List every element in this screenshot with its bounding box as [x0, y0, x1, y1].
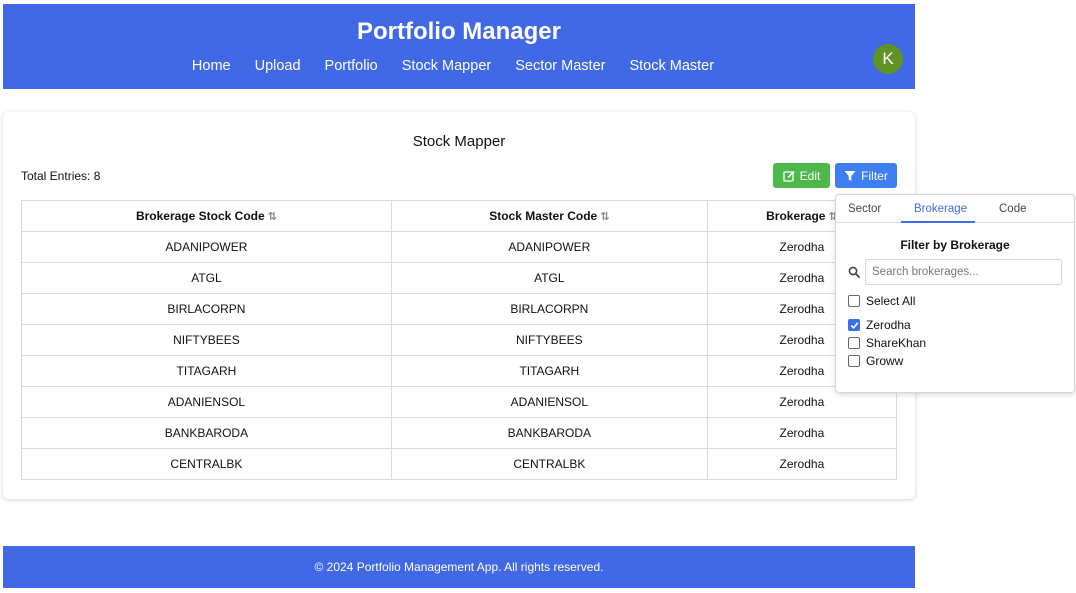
table-row[interactable]: ADANIPOWER ADANIPOWER Zerodha [21, 231, 898, 263]
page-title: Stock Mapper [412, 133, 506, 150]
filter-button-label: Filter [861, 168, 888, 183]
zerodha-checkbox[interactable] [848, 319, 860, 331]
edit-button[interactable]: Edit [773, 163, 830, 188]
nav-stock-mapper[interactable]: Stock Mapper [402, 58, 491, 74]
option-label: Groww [866, 354, 904, 368]
table-cell: TITAGARH [21, 355, 392, 387]
table-row[interactable]: CENTRALBK CENTRALBK Zerodha [21, 448, 898, 480]
filter-tabs: Sector Brokerage Code [836, 195, 1074, 223]
table-row[interactable]: NIFTYBEES NIFTYBEES Zerodha [21, 324, 898, 356]
table-row[interactable]: TITAGARH TITAGARH Zerodha [21, 355, 898, 387]
nav-portfolio[interactable]: Portfolio [325, 58, 378, 74]
stock-mapper-card: Stock Mapper Total Entries: 8 Edit Filte… [3, 112, 915, 499]
select-all-option[interactable]: Select All [848, 294, 915, 308]
filter-icon [844, 170, 856, 181]
sort-icon[interactable]: ⇅ [268, 211, 277, 223]
column-header-brokerage-stock-code[interactable]: Brokerage Stock Code ⇅ [21, 200, 392, 232]
table-row[interactable]: BANKBARODA BANKBARODA Zerodha [21, 417, 898, 449]
checkmark-icon [850, 321, 858, 329]
table-row[interactable]: ATGL ATGL Zerodha [21, 262, 898, 294]
tab-code[interactable]: Code [999, 203, 1027, 215]
edit-button-label: Edit [799, 168, 821, 183]
main-nav: Home Upload Portfolio Stock Mapper Secto… [3, 58, 915, 74]
option-label: Select All [866, 294, 916, 308]
nav-home[interactable]: Home [192, 58, 231, 74]
column-label: Brokerage Stock Code [135, 209, 265, 223]
option-label: ShareKhan [866, 336, 927, 350]
table-cell: BIRLACORPN [21, 293, 392, 325]
table-cell: ADANIENSOL [21, 386, 392, 418]
brokerage-option-sharekhan[interactable]: ShareKhan [848, 336, 926, 350]
table-cell: BANKBARODA [390, 417, 708, 449]
app-footer: © 2024 Portfolio Management App. All rig… [3, 546, 915, 588]
table-cell: ATGL [21, 262, 392, 294]
nav-stock-master[interactable]: Stock Master [629, 58, 714, 74]
table-cell: BANKBARODA [21, 417, 392, 449]
column-label: Stock Master Code [489, 209, 598, 223]
table-cell: CENTRALBK [21, 448, 392, 480]
filter-popover: Sector Brokerage Code Filter by Brokerag… [835, 194, 1075, 393]
app-title: Portfolio Manager [356, 18, 561, 45]
app-header: Portfolio Manager Home Upload Portfolio … [3, 4, 915, 89]
stock-mapper-table: Brokerage Stock Code ⇅ Stock Master Code ⇅… [21, 200, 898, 480]
table-cell: ATGL [390, 262, 708, 294]
table-row[interactable]: BIRLACORPN BIRLACORPN Zerodha [21, 293, 898, 325]
table-cell: ADANIPOWER [390, 231, 708, 263]
table-cell: NIFTYBEES [21, 324, 392, 356]
footer-text: © 2024 Portfolio Management App. All rig… [314, 560, 604, 574]
total-entries: Total Entries: 8 [21, 169, 101, 183]
table-cell: TITAGARH [390, 355, 708, 387]
filter-button[interactable]: Filter [835, 163, 897, 188]
brokerage-option-groww[interactable]: Groww [848, 354, 903, 368]
filter-heading: Filter by Brokerage [900, 238, 1010, 252]
edit-icon [783, 170, 795, 182]
option-label: Zerodha [866, 318, 911, 332]
select-all-checkbox[interactable] [848, 295, 860, 307]
table-row[interactable]: ADANIENSOL ADANIENSOL Zerodha [21, 386, 898, 418]
column-header-stock-master-code[interactable]: Stock Master Code ⇅ [390, 200, 708, 232]
table-cell: ADANIPOWER [21, 231, 392, 263]
tab-brokerage[interactable]: Brokerage [914, 203, 967, 215]
search-icon [848, 266, 860, 278]
table-cell: NIFTYBEES [390, 324, 708, 356]
user-avatar[interactable]: K [873, 44, 903, 74]
table-cell: CENTRALBK [390, 448, 708, 480]
sort-icon[interactable]: ⇅ [600, 211, 609, 223]
table-cell: BIRLACORPN [390, 293, 708, 325]
column-label: Brokerage [766, 209, 826, 223]
groww-checkbox[interactable] [848, 355, 860, 367]
tab-sector[interactable]: Sector [848, 203, 881, 215]
table-cell: Zerodha [706, 417, 898, 449]
brokerage-option-zerodha[interactable]: Zerodha [848, 318, 911, 332]
sharekhan-checkbox[interactable] [848, 337, 860, 349]
table-header-row: Brokerage Stock Code ⇅ Stock Master Code ⇅… [21, 200, 898, 232]
table-cell: ADANIENSOL [390, 386, 708, 418]
table-cell: Zerodha [706, 448, 898, 480]
nav-sector-master[interactable]: Sector Master [515, 58, 605, 74]
active-tab-indicator [901, 221, 975, 223]
nav-upload[interactable]: Upload [255, 58, 301, 74]
brokerage-search-input[interactable] [865, 259, 1062, 285]
